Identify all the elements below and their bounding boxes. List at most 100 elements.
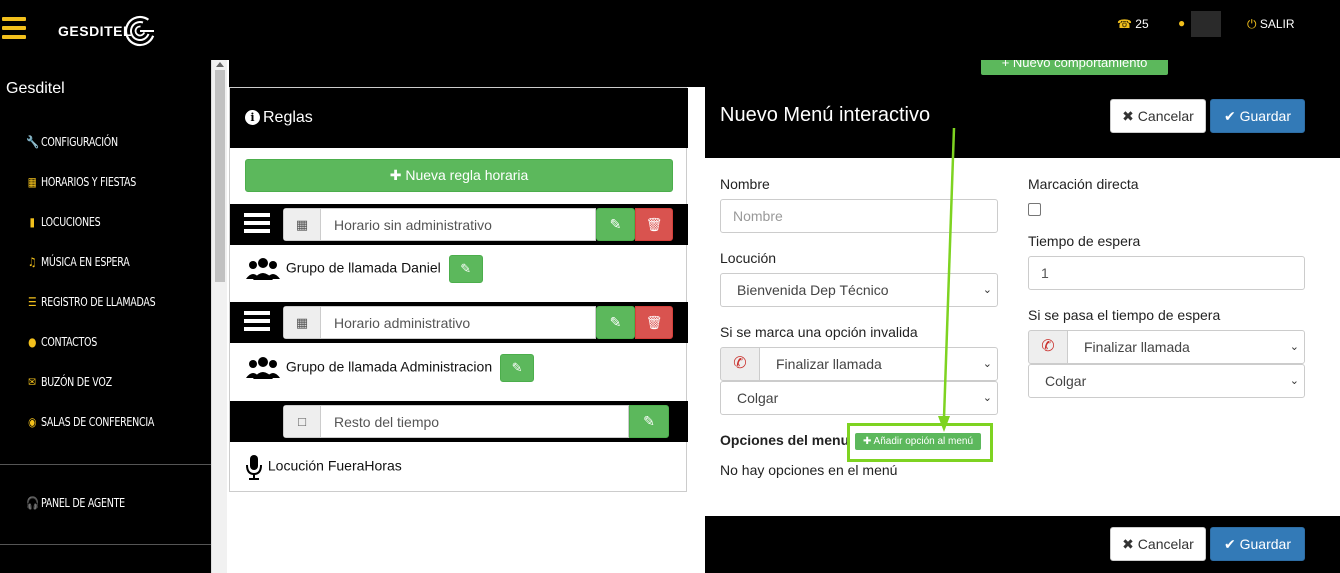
close-icon: ✖ xyxy=(1122,108,1138,124)
sidebar-item-horarios[interactable]: ▦ HORARIOS Y FIESTAS xyxy=(26,175,137,189)
cancel-button[interactable]: ✖ Cancelar xyxy=(1110,99,1206,133)
drag-handle-icon[interactable] xyxy=(244,213,270,237)
wait-time-field[interactable]: 1 xyxy=(1028,256,1305,290)
locution-value: Bienvenida Dep Técnico xyxy=(737,282,889,298)
locution-label: Locución xyxy=(720,250,777,266)
top-navbar: GESDITEL ☎ 25 ● ⏻ SALIR xyxy=(0,0,1340,60)
new-time-rule-button[interactable]: ✚ Nueva regla horaria xyxy=(245,159,673,192)
chevron-down-icon: ⌄ xyxy=(1289,375,1299,387)
locution-select[interactable]: Bienvenida Dep Técnico ⌄ xyxy=(720,273,998,307)
name-field[interactable]: Nombre xyxy=(720,199,998,233)
sidebar-item-panel-agente[interactable]: 🎧 PANEL DE AGENTE xyxy=(26,496,125,510)
delete-schedule-button[interactable]: 🗑 xyxy=(635,306,673,339)
call-group-line: Grupo de llamada Administracion ✎ xyxy=(244,354,535,382)
call-group-name: Grupo de llamada Daniel xyxy=(285,259,441,276)
sidebar-item-salas[interactable]: ◉ SALAS DE CONFERENCIA xyxy=(26,415,154,429)
call-group-line: Grupo de llamada Daniel ✎ xyxy=(244,255,483,283)
rules-title-text: Reglas xyxy=(263,109,313,126)
users-icon xyxy=(246,258,280,280)
drag-handle-icon[interactable] xyxy=(244,311,270,335)
sidebar-item-label: PANEL DE AGENTE xyxy=(40,496,125,510)
invalid-action-select[interactable]: Finalizar llamada ⌄ xyxy=(759,347,998,381)
schedule-row: □ Resto del tiempo ✎ xyxy=(230,401,688,442)
logo-text: GESDITEL xyxy=(58,23,133,39)
pencil-icon: ✎ xyxy=(609,216,622,232)
chevron-down-icon: ⌄ xyxy=(982,358,992,370)
timeout-action-select[interactable]: Finalizar llamada ⌄ xyxy=(1067,330,1305,364)
locution-name: Locución FueraHoras xyxy=(267,457,402,474)
direct-dial-checkbox[interactable] xyxy=(1028,203,1041,216)
invalid-option-label: Si se marca una opción invalida xyxy=(720,324,918,340)
content-header-strip: + Nuevo comportamiento xyxy=(229,60,1340,87)
save-button[interactable]: ✔ Guardar xyxy=(1210,527,1305,561)
phone-icon: ✆ xyxy=(1028,330,1068,364)
sidebar-brand: Gesditel xyxy=(6,80,65,97)
calendar-icon: ▦ xyxy=(284,209,321,240)
new-behavior-button[interactable]: + Nuevo comportamiento xyxy=(981,60,1168,75)
invalid-sub-select[interactable]: Colgar ⌄ xyxy=(720,381,998,415)
pencil-icon: ✎ xyxy=(609,314,622,330)
interactive-menu-modal: Nuevo Menú interactivo ✖ Cancelar ✔ Guar… xyxy=(705,87,1340,573)
sidebar-item-buzon[interactable]: ✉ BUZÓN DE VOZ xyxy=(26,375,112,389)
sidebar-item-locuciones[interactable]: ▮ LOCUCIONES xyxy=(26,215,101,229)
schedule-field[interactable]: □ Resto del tiempo xyxy=(283,405,629,438)
avatar xyxy=(1191,11,1222,37)
power-icon: ⏻ xyxy=(1247,17,1257,31)
headphones-icon: 🎧 xyxy=(26,496,39,510)
edit-group-button[interactable]: ✎ xyxy=(448,255,483,283)
wait-time-value: 1 xyxy=(1041,265,1049,281)
schedule-field[interactable]: ▦ Horario sin administrativo xyxy=(283,208,596,241)
info-icon: i xyxy=(245,110,260,125)
name-label: Nombre xyxy=(720,176,770,192)
trash-icon: 🗑 xyxy=(645,217,663,232)
phone-counter[interactable]: ☎ 25 xyxy=(1117,17,1149,31)
user-menu[interactable]: ● xyxy=(1178,11,1222,37)
edit-schedule-button[interactable]: ✎ xyxy=(596,306,635,339)
plus-icon: + xyxy=(1001,60,1013,70)
calendar-icon: □ xyxy=(284,406,321,437)
hamburger-icon[interactable] xyxy=(2,17,26,39)
sidebar-item-label: MÚSICA EN ESPERA xyxy=(40,255,130,269)
call-group-name: Grupo de llamada Administracion xyxy=(285,358,493,375)
sidebar-item-label: LOCUCIONES xyxy=(40,215,101,229)
sidebar-item-contactos[interactable]: ● CONTACTOS xyxy=(26,335,97,349)
menu-options-label: Opciones del menu xyxy=(720,432,850,448)
scroll-thumb[interactable] xyxy=(215,70,225,282)
phone-icon: ☎ xyxy=(1117,17,1132,31)
logout-button[interactable]: ⏻ SALIR xyxy=(1247,17,1295,32)
logout-label: SALIR xyxy=(1259,17,1295,31)
sidebar-item-registro[interactable]: ☰ REGISTRO DE LLAMADAS xyxy=(26,295,156,309)
sidebar-item-musica[interactable]: ♫ MÚSICA EN ESPERA xyxy=(26,255,130,269)
edit-group-button[interactable]: ✎ xyxy=(500,354,535,382)
pencil-icon: ✎ xyxy=(643,413,655,429)
schedule-field[interactable]: ▦ Horario administrativo xyxy=(283,306,596,339)
microphone-icon xyxy=(246,455,262,480)
cancel-label: Cancelar xyxy=(1137,108,1194,124)
new-time-rule-label: Nueva regla horaria xyxy=(405,167,529,183)
rules-panel: i Reglas ✚ Nueva regla horaria ▦ Horario … xyxy=(229,87,688,492)
schedule-name: Horario administrativo xyxy=(334,315,471,331)
edit-schedule-button[interactable]: ✎ xyxy=(596,208,635,241)
modal-footer: ✖ Cancelar ✔ Guardar xyxy=(705,516,1340,573)
schedule-name: Resto del tiempo xyxy=(334,414,440,430)
envelope-icon: ✉ xyxy=(28,375,37,389)
timeout-sub-value: Colgar xyxy=(1045,373,1087,389)
comments-icon: ◉ xyxy=(28,415,37,429)
cancel-button[interactable]: ✖ Cancelar xyxy=(1110,527,1206,561)
direct-dial-label: Marcación directa xyxy=(1028,176,1139,192)
new-behavior-label: Nuevo comportamiento xyxy=(1012,60,1148,70)
sidebar-scrollbar[interactable] xyxy=(211,60,227,573)
delete-schedule-button[interactable]: 🗑 xyxy=(635,208,673,241)
users-icon xyxy=(246,357,280,379)
timeout-action-value: Finalizar llamada xyxy=(1084,339,1190,355)
wrench-icon: 🔧 xyxy=(26,135,39,149)
check-icon: ✔ xyxy=(1224,536,1240,552)
sidebar-item-label: CONTACTOS xyxy=(40,335,98,349)
timeout-sub-select[interactable]: Colgar ⌄ xyxy=(1028,364,1305,398)
edit-schedule-button[interactable]: ✎ xyxy=(629,405,669,438)
scroll-up-arrow[interactable] xyxy=(216,62,224,67)
save-button[interactable]: ✔ Guardar xyxy=(1210,99,1305,133)
sidebar-item-label: CONFIGURACIÓN xyxy=(40,135,118,149)
sidebar-item-configuracion[interactable]: 🔧 CONFIGURACIÓN xyxy=(26,135,118,149)
logo-icon xyxy=(124,15,156,47)
